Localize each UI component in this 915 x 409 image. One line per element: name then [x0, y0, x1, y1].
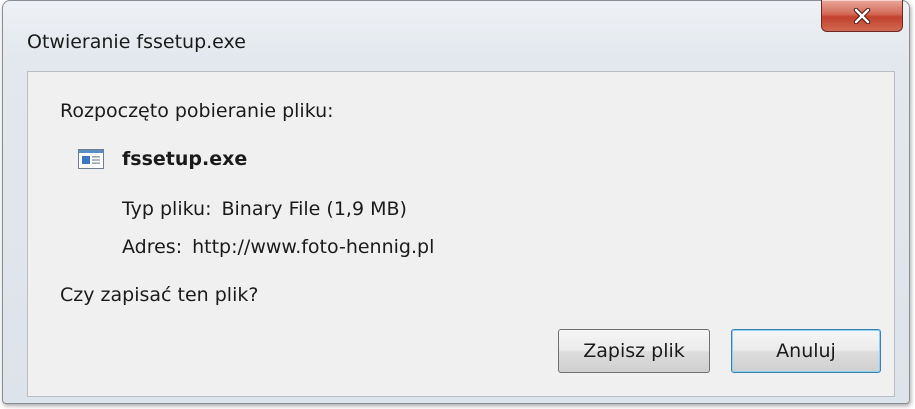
file-address-row: Adres: http://www.foto-hennig.pl	[122, 236, 434, 258]
file-type-value: Binary File (1,9 MB)	[221, 198, 407, 220]
close-x-icon	[853, 7, 871, 24]
title-bar[interactable]: Otwieranie fssetup.exe	[3, 0, 909, 63]
save-file-button[interactable]: Zapisz plik	[558, 329, 710, 373]
file-type-row: Typ pliku: Binary File (1,9 MB)	[122, 198, 407, 220]
download-dialog: Otwieranie fssetup.exe Rozpoczęto pobier…	[2, 0, 910, 404]
file-name: fssetup.exe	[122, 148, 248, 170]
cancel-button[interactable]: Anuluj	[731, 329, 881, 373]
file-type-label: Typ pliku:	[122, 198, 212, 220]
save-question: Czy zapisać ten plik?	[60, 284, 259, 306]
window-title: Otwieranie fssetup.exe	[27, 31, 246, 53]
executable-file-icon	[78, 149, 104, 169]
close-button[interactable]	[821, 0, 903, 32]
dialog-content: Rozpoczęto pobieranie pliku: fssetup.exe…	[27, 71, 895, 397]
download-heading: Rozpoczęto pobieranie pliku:	[60, 100, 334, 122]
file-address-label: Adres:	[122, 236, 183, 258]
file-address-value: http://www.foto-hennig.pl	[192, 236, 435, 258]
